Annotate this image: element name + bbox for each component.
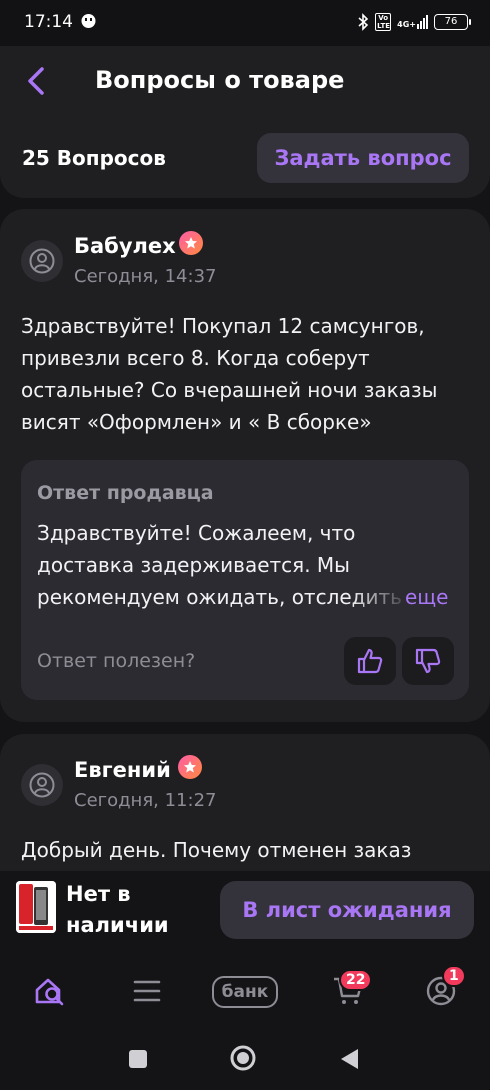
question-text: Здравствуйте! Покупал 12 самсунгов, прив… — [21, 314, 438, 434]
questions-count: 25 Вопросов — [22, 146, 166, 170]
system-nav-bar — [0, 1031, 490, 1090]
author-name: Бабулех — [74, 234, 176, 258]
ask-question-button[interactable]: Задать вопрос — [257, 133, 469, 183]
helpful-label: Ответ полезен? — [37, 650, 196, 672]
tab-bank[interactable]: банк — [212, 976, 278, 1008]
tab-catalog[interactable] — [127, 971, 167, 1011]
circle-icon — [230, 1045, 256, 1071]
question-card: Бабулех Сегодня, 14:37 Здравствуйте! Пок… — [0, 209, 490, 722]
star-badge-icon — [179, 231, 203, 255]
buy-bar: Нет в наличии В лист ожидания — [0, 871, 490, 951]
status-time: 17:14 — [24, 12, 73, 32]
status-indicators: Vo LTE 4G+ 76 — [357, 13, 471, 31]
home-button[interactable] — [230, 1045, 256, 1075]
user-icon — [29, 772, 55, 798]
square-icon — [129, 1050, 147, 1068]
status-bar: 17:14 Vo LTE 4G+ 76 — [0, 0, 490, 46]
question-date: Сегодня, 14:37 — [74, 266, 217, 287]
stock-status: Нет в наличии — [66, 882, 169, 937]
profile-notification-badge: 1 — [442, 965, 466, 987]
product-thumbnail[interactable] — [16, 881, 56, 933]
volte-icon: Vo LTE — [375, 13, 392, 31]
dislike-button[interactable] — [402, 637, 454, 685]
waitlist-button[interactable]: В лист ожидания — [220, 881, 474, 939]
tab-bar: банк 22 1 — [0, 951, 490, 1031]
triangle-back-icon — [341, 1049, 358, 1069]
home-search-icon — [35, 978, 64, 1006]
chevron-left-icon — [28, 67, 44, 95]
thumbs-down-icon — [415, 648, 441, 674]
page-title: Вопросы о товаре — [95, 66, 345, 94]
tab-home[interactable] — [30, 971, 70, 1011]
avatar — [21, 240, 63, 282]
recent-apps-button[interactable] — [128, 1049, 148, 1073]
avatar — [21, 764, 63, 806]
user-icon — [29, 248, 55, 274]
back-button[interactable] — [22, 64, 52, 98]
like-button[interactable] — [344, 637, 396, 685]
answer-label: Ответ продавца — [37, 482, 214, 504]
signal-icon: 4G+ — [397, 15, 428, 29]
menu-icon — [133, 980, 161, 1002]
question-text: Добрый день. Почему отменен заказ — [21, 838, 412, 862]
battery-icon: 76 — [434, 14, 471, 30]
back-nav-button[interactable] — [339, 1048, 359, 1074]
cart-count-badge: 22 — [339, 969, 373, 991]
seller-answer: Ответ продавца Здравствуйте! Сожалеем, ч… — [21, 460, 469, 700]
header: Вопросы о товаре 25 Вопросов Задать вопр… — [0, 46, 490, 198]
star-badge-icon — [178, 755, 202, 779]
face-unlock-icon — [81, 14, 96, 28]
thumbs-up-icon — [357, 648, 383, 674]
question-date: Сегодня, 11:27 — [74, 790, 217, 811]
more-link[interactable]: еще — [402, 581, 449, 613]
author-name: Евгений — [74, 758, 171, 782]
bluetooth-icon — [358, 13, 369, 31]
